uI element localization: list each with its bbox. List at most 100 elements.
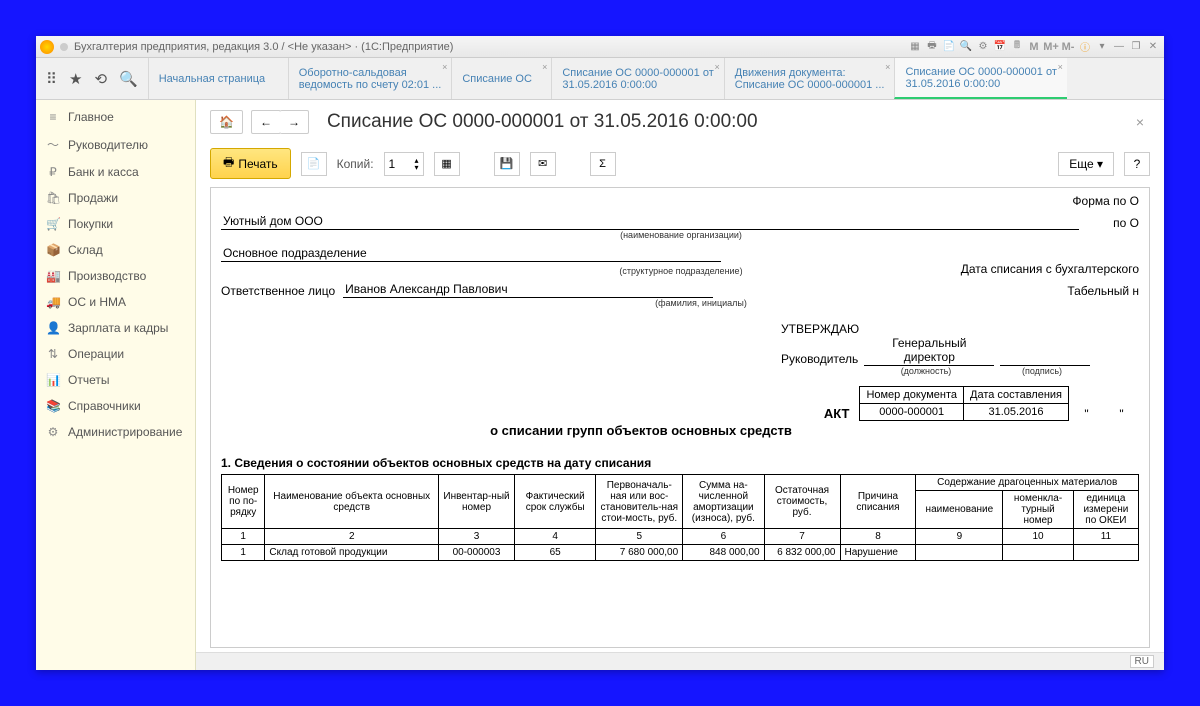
- search-icon[interactable]: 🔍: [119, 70, 138, 88]
- table-button[interactable]: ▦: [434, 152, 460, 176]
- box-icon: 📦: [46, 243, 60, 257]
- form-code-okpo: по О: [1079, 216, 1139, 230]
- mem-m[interactable]: M: [1027, 40, 1041, 54]
- sidebar-item-manager[interactable]: 〜Руководителю: [36, 130, 195, 159]
- tab-doc2[interactable]: Списание ОС 0000-000001 от31.05.2016 0:0…: [894, 58, 1066, 99]
- barchart-icon: 📊: [46, 373, 60, 387]
- sidebar-item-admin[interactable]: ⚙Администрирование: [36, 419, 195, 445]
- tab-close-icon[interactable]: ×: [542, 62, 547, 72]
- tab-osv[interactable]: Оборотно-сальдоваяведомость по счету 02:…: [288, 58, 452, 99]
- app-logo: [40, 40, 54, 54]
- sidebar-item-production[interactable]: 🏭Производство: [36, 263, 195, 289]
- forward-button[interactable]: →: [280, 110, 309, 134]
- transfer-icon: ⇅: [46, 347, 60, 361]
- sys-icon[interactable]: ▦: [908, 40, 922, 54]
- sys-icon[interactable]: 🖶: [925, 40, 939, 54]
- more-button[interactable]: Еще ▾: [1058, 152, 1114, 176]
- star-icon[interactable]: ★: [69, 70, 82, 88]
- lang-indicator[interactable]: RU: [1130, 655, 1154, 668]
- sidebar-item-warehouse[interactable]: 📦Склад: [36, 237, 195, 263]
- mem-mminus[interactable]: M-: [1061, 40, 1075, 54]
- maximize-icon[interactable]: ❐: [1129, 40, 1143, 54]
- assets-table: Номер по по-рядку Наименование объекта о…: [221, 474, 1139, 561]
- sys-icon[interactable]: 📅: [993, 40, 1007, 54]
- tab-num-note: Табельный н: [1067, 284, 1139, 298]
- cart-icon: 🛒: [46, 217, 60, 231]
- tab-close-icon[interactable]: ×: [442, 62, 447, 72]
- print-button[interactable]: 🖶 Печать: [210, 148, 291, 179]
- sidebar-item-operations[interactable]: ⇅Операции: [36, 341, 195, 367]
- tab-start[interactable]: Начальная страница: [148, 58, 288, 99]
- printer-icon: 🖶: [223, 153, 234, 174]
- sig-caption: (подпись): [997, 366, 1087, 376]
- sidebar-label: Производство: [68, 269, 146, 283]
- tab-spisanie[interactable]: Списание ОС×: [451, 58, 551, 99]
- dept-caption: (структурное подразделение): [601, 266, 761, 276]
- sidebar-item-sales[interactable]: 🛍Продажи: [36, 185, 195, 211]
- status-bar: RU: [196, 652, 1164, 670]
- sidebar-label: Справочники: [68, 399, 141, 413]
- org-field: Уютный дом ООО: [221, 214, 1079, 230]
- tab-close-icon[interactable]: ×: [885, 62, 890, 72]
- tab-close-icon[interactable]: ×: [1058, 62, 1063, 72]
- sys-icon[interactable]: 🖩: [1010, 40, 1024, 54]
- sidebar-item-salary[interactable]: 👤 Зарплата и кадры: [36, 315, 195, 341]
- sidebar-label: Главное: [68, 110, 114, 124]
- print-preview: Форма по О Уютный дом ОООпо О (наименова…: [210, 187, 1150, 648]
- sidebar-label: ОС и НМА: [68, 295, 126, 309]
- table-row: 1Склад готовой продукции00-000003657 680…: [222, 545, 1139, 561]
- sys-icon[interactable]: 🔍: [959, 40, 973, 54]
- resp-label: Ответственное лицо: [221, 284, 343, 298]
- mem-mplus[interactable]: M+: [1044, 40, 1058, 54]
- save-button[interactable]: 💾: [494, 152, 520, 176]
- mail-button[interactable]: ✉: [530, 152, 556, 176]
- chart-icon: 〜: [46, 136, 60, 153]
- act-label: АКТ: [824, 406, 850, 421]
- sidebar-item-assets[interactable]: 🚚ОС и НМА: [36, 289, 195, 315]
- dropdown-icon[interactable]: ▾: [1095, 40, 1109, 54]
- home-button[interactable]: 🏠: [210, 110, 243, 134]
- sys-icon[interactable]: ⚙: [976, 40, 990, 54]
- info-icon[interactable]: ⓘ: [1078, 40, 1092, 54]
- tab-close-icon[interactable]: ×: [714, 62, 719, 72]
- org-caption: (наименование организации): [601, 230, 761, 240]
- tab-movements[interactable]: Движения документа:Списание ОС 0000-0000…: [724, 58, 895, 99]
- copies-input[interactable]: 1▴▾: [384, 152, 424, 176]
- sidebar-item-purchases[interactable]: 🛒 Покупки: [36, 211, 195, 237]
- sidebar: ≡ Главное 〜Руководителю ₽ Банк и касса 🛍Пр…: [36, 100, 196, 670]
- person-caption: (фамилия, инициалы): [651, 298, 751, 308]
- act-subtitle: о списании групп объектов основных средс…: [341, 423, 941, 438]
- doc-number-table: Номер документаДата составления 0000-000…: [859, 386, 1069, 421]
- sidebar-item-bank[interactable]: ₽ Банк и касса: [36, 159, 195, 185]
- pos-caption: (должность): [861, 366, 991, 376]
- preview-button[interactable]: 📄: [301, 152, 327, 176]
- history-icon[interactable]: ⟲: [94, 70, 107, 88]
- person-icon: 👤: [46, 321, 60, 335]
- page-close-icon[interactable]: ×: [1130, 114, 1150, 130]
- close-icon[interactable]: ✕: [1146, 40, 1160, 54]
- menu-icon: ≡: [46, 110, 60, 124]
- sidebar-label: Зарплата и кадры: [68, 321, 168, 335]
- minimize-icon[interactable]: —: [1112, 40, 1126, 54]
- dept-field: Основное подразделение: [221, 246, 721, 262]
- tabs-bar: ⠿ ★ ⟲ 🔍 Начальная страница Оборотно-саль…: [36, 58, 1164, 100]
- apps-icon[interactable]: ⠿: [46, 70, 57, 88]
- books-icon: 📚: [46, 399, 60, 413]
- tab-doc1[interactable]: Списание ОС 0000-000001 от31.05.2016 0:0…: [551, 58, 723, 99]
- sidebar-item-reports[interactable]: 📊Отчеты: [36, 367, 195, 393]
- sys-icon[interactable]: 📄: [942, 40, 956, 54]
- print-label: Печать: [238, 157, 277, 171]
- help-button[interactable]: ?: [1124, 152, 1150, 176]
- form-code-okud: Форма по О: [221, 194, 1139, 208]
- rukov-label: Руководитель: [781, 352, 858, 366]
- approve-label: УТВЕРЖДАЮ: [781, 322, 1139, 336]
- sum-button[interactable]: Σ: [590, 152, 616, 176]
- sidebar-label: Банк и касса: [68, 165, 139, 179]
- back-button[interactable]: ←: [251, 110, 281, 134]
- person-field: Иванов Александр Павлович: [343, 282, 713, 298]
- sidebar-item-main[interactable]: ≡ Главное: [36, 104, 195, 130]
- ruble-icon: ₽: [46, 165, 60, 179]
- sidebar-label: Покупки: [68, 217, 113, 231]
- sidebar-item-catalogs[interactable]: 📚 Справочники: [36, 393, 195, 419]
- sidebar-label: Администрирование: [68, 425, 182, 439]
